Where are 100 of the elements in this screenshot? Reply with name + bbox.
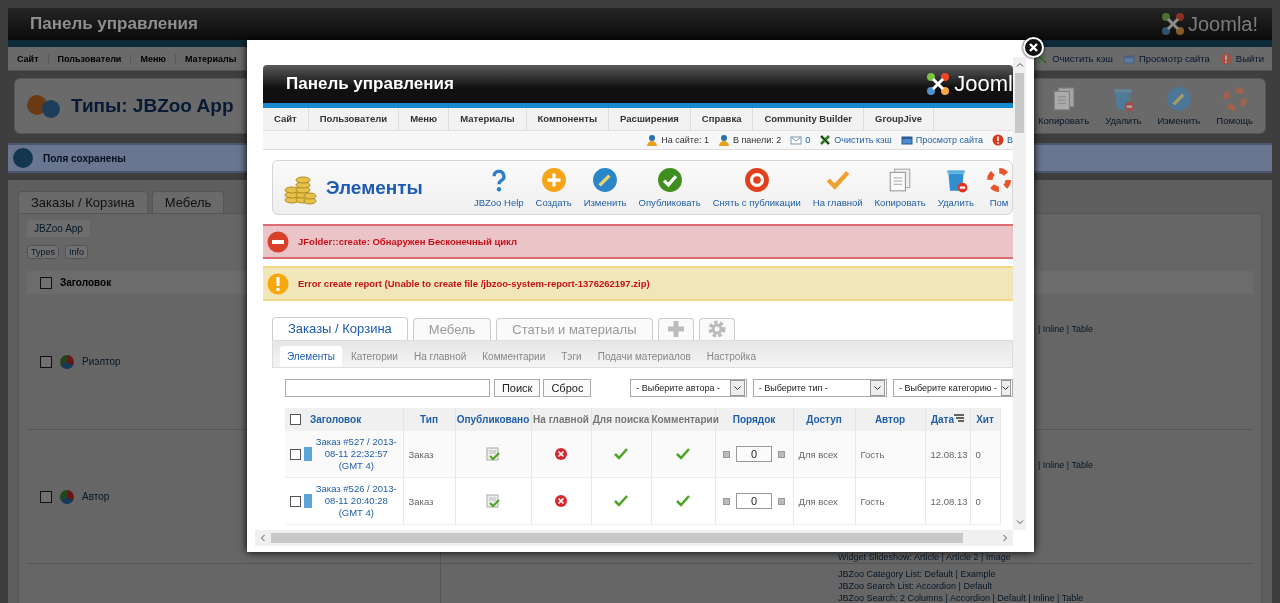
order-field[interactable]: 0 <box>736 446 772 462</box>
pencil-icon <box>592 167 619 193</box>
menu-item[interactable]: Меню <box>399 108 450 130</box>
select-field[interactable]: - Выберите категорию - <box>893 379 1013 397</box>
menu-item[interactable]: Справка <box>690 108 754 130</box>
menu-item[interactable]: Сайт <box>8 53 49 64</box>
toolbar-button[interactable]: Создать <box>535 167 572 208</box>
search-field[interactable] <box>285 379 490 397</box>
toolbar-button[interactable]: Копировать <box>1036 86 1092 126</box>
scrollbar-thumb[interactable] <box>271 533 963 543</box>
layout-links: | Inline | Table <box>1038 324 1094 334</box>
toolbar-button[interactable]: Удалить <box>937 167 974 208</box>
filter-button[interactable]: Поиск <box>493 379 541 397</box>
move-down-icon[interactable] <box>778 450 785 458</box>
checkbox[interactable] <box>40 355 52 368</box>
menu-item[interactable]: Пользователи <box>308 108 400 130</box>
status-link[interactable]: 0 <box>790 134 811 146</box>
menu-item[interactable]: Компоненты <box>526 108 610 130</box>
toolbar-button[interactable]: Помощь <box>1214 86 1255 126</box>
toolbar-button[interactable]: Изменить <box>1155 86 1203 126</box>
cross-icon <box>819 134 832 146</box>
menu-item[interactable]: GroupJive <box>864 108 935 130</box>
warning-message: Error create report (Unable to create file /jbzoo-system-report-1376262197.zip) <box>263 266 1013 301</box>
checkbox[interactable] <box>40 490 52 503</box>
select-field[interactable]: - Выберите тип - <box>752 379 887 397</box>
tab[interactable]: Настройка <box>699 346 763 367</box>
toolbar-button[interactable]: На главной <box>812 167 863 208</box>
check-icon <box>656 167 683 193</box>
checkbox[interactable] <box>40 276 52 289</box>
envelope-icon <box>790 134 803 146</box>
status-link[interactable]: Просмотр сайта <box>1122 52 1210 65</box>
status-link[interactable]: Просмотр сайта <box>900 134 983 146</box>
menu-item[interactable]: Материалы <box>449 108 527 130</box>
menu-item[interactable]: Материалы <box>176 53 237 64</box>
scrollbar[interactable] <box>255 530 1013 546</box>
checkbox[interactable] <box>290 495 301 507</box>
logo: Jooml <box>925 71 1013 97</box>
toolbar-button[interactable]: JBZoo Help <box>473 167 524 208</box>
toolbar-button[interactable]: Изменить <box>583 167 627 208</box>
tab[interactable]: Подачи материалов <box>590 346 698 367</box>
toolbar-button[interactable]: Копировать <box>874 167 926 208</box>
layout-links: Widget Slideshow: Article | Article 2 | Image <box>838 552 1011 562</box>
status-link[interactable]: В <box>992 134 1013 146</box>
column-header: На главной <box>533 414 589 425</box>
tab[interactable]: Категории <box>344 346 405 367</box>
menu-item[interactable]: Сайт <box>263 108 309 130</box>
tab[interactable]: JBZoo App <box>27 220 90 237</box>
arrow-left-icon[interactable] <box>259 534 267 542</box>
tab[interactable]: Заказы / Корзина <box>272 317 408 340</box>
document-icon <box>304 494 312 508</box>
toolbar-button[interactable]: Удалить <box>1103 86 1144 126</box>
tab[interactable]: Мебель <box>151 191 225 213</box>
table-cell: Заказ <box>408 448 434 460</box>
tab[interactable]: Комментарии <box>475 346 553 367</box>
menu-item[interactable]: Community Builder <box>753 108 865 130</box>
type-link[interactable]: Риэлтор <box>82 356 121 367</box>
filter-button[interactable]: Info <box>65 245 89 259</box>
layout-links: | Inline | Table <box>1038 460 1094 470</box>
tab[interactable]: Тэги <box>554 346 589 367</box>
scrollbar-thumb[interactable] <box>1015 73 1024 133</box>
settings-tab[interactable] <box>698 318 735 340</box>
logo: Joomla! <box>1159 11 1258 37</box>
item-link[interactable]: Заказ #526 / 2013-08-11 20:40:28 (GMT 4) <box>315 483 398 519</box>
checkbox[interactable] <box>290 448 301 460</box>
column-header[interactable]: Тип <box>420 414 438 425</box>
status-link[interactable]: Очистить кэш <box>819 134 892 146</box>
column-header: Комментарии <box>651 414 719 425</box>
menu-item[interactable]: Расширения <box>609 108 691 130</box>
arrow-up-icon[interactable] <box>1015 61 1024 69</box>
tab[interactable]: Заказы / Корзина <box>18 191 148 213</box>
checkbox[interactable] <box>290 414 301 425</box>
order-field[interactable]: 0 <box>736 493 772 509</box>
plus-icon <box>666 320 685 338</box>
table-cell: 12.08.13 <box>930 448 968 460</box>
table-cell: Для всех <box>798 448 838 460</box>
status-link[interactable]: В панели: 2 <box>717 134 782 146</box>
caret-icon <box>870 380 885 396</box>
status-link[interactable]: На сайте: 1 <box>646 134 709 146</box>
alert-icon <box>992 134 1004 146</box>
status-link[interactable]: Выйти <box>1219 52 1264 65</box>
tab[interactable]: Элементы <box>280 346 342 367</box>
menu-item[interactable]: Меню <box>131 53 176 64</box>
menu-item[interactable]: Пользователи <box>48 53 132 64</box>
move-up-icon[interactable] <box>723 450 730 458</box>
column-header: Для поиска <box>592 414 650 425</box>
toolbar-button[interactable]: Снять с публикации <box>712 167 801 208</box>
arrow-down-icon[interactable] <box>1015 518 1024 526</box>
toolbar-button[interactable]: Опубликовать <box>638 167 701 208</box>
type-icon <box>60 354 74 369</box>
filter-button[interactable]: Сброс <box>543 379 592 397</box>
scrollbar[interactable] <box>1013 57 1026 530</box>
move-up-icon[interactable] <box>723 497 730 505</box>
arrow-right-icon[interactable] <box>1001 534 1009 542</box>
filter-button[interactable]: Types <box>27 245 59 259</box>
toolbar-button[interactable]: Пом <box>986 167 1012 208</box>
select-field[interactable]: - Выберите автора - <box>630 379 747 397</box>
move-down-icon[interactable] <box>778 497 785 505</box>
add-tab[interactable] <box>657 318 694 340</box>
type-link[interactable]: Автор <box>82 491 110 502</box>
tab[interactable]: На главной <box>406 346 474 367</box>
